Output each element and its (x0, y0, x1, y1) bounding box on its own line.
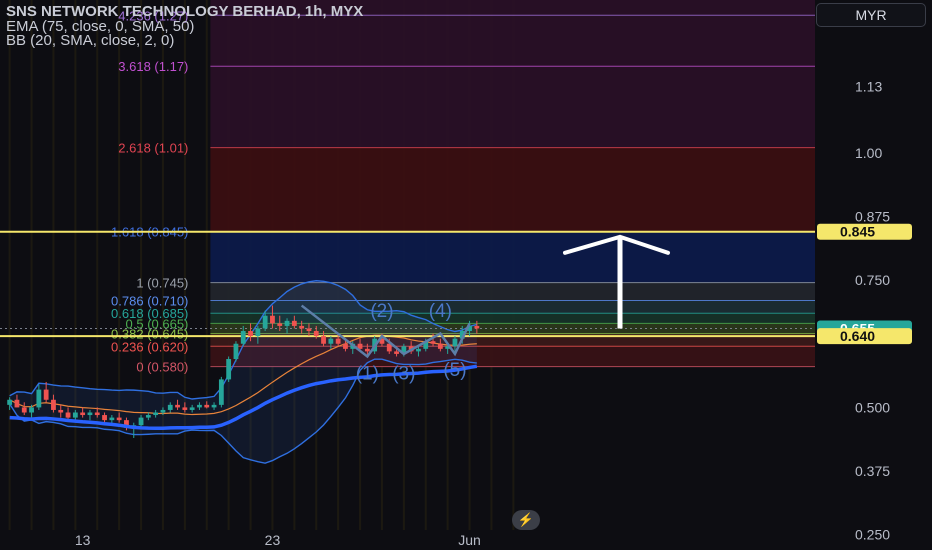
wave-label: (3) (392, 363, 415, 384)
candle-body (430, 341, 436, 344)
price-tick-label: 1.00 (855, 145, 882, 161)
candle-body (255, 328, 261, 337)
session-stripe (8, 0, 11, 550)
candle-body (240, 331, 246, 344)
time-tick-label: Jun (458, 532, 481, 548)
candle-body (211, 404, 217, 408)
price-tick-label: 0.250 (855, 527, 890, 543)
candle-body (80, 412, 86, 416)
candle-body (248, 331, 253, 337)
price-tick-label: 0.875 (855, 208, 890, 224)
fib-zone (210, 231, 815, 283)
candle-body (335, 338, 341, 344)
fib-zone (210, 147, 815, 232)
candle-body (277, 323, 283, 326)
price-tick-label: 0.500 (855, 399, 890, 415)
wave-label: (5) (443, 360, 466, 381)
candle-body (306, 328, 312, 332)
time-axis-background (0, 530, 815, 550)
candle-body (160, 409, 166, 413)
fib-level-label: 3.618 (1.17) (118, 59, 188, 74)
candle-body (65, 412, 71, 418)
candle-body (284, 320, 290, 326)
candle-body (87, 412, 93, 416)
fib-level-label: 1 (0.745) (136, 276, 188, 291)
candle-body (416, 348, 421, 352)
fib-level-label: 0.786 (0.710) (111, 293, 188, 308)
bb-legend: BB (20, SMA, close, 2, 0) (6, 32, 175, 49)
candle-body (233, 343, 239, 360)
session-stripe (118, 0, 121, 550)
price-tick-label: 1.13 (855, 79, 882, 95)
candle-body (364, 348, 370, 352)
price-tag-label: 0.640 (840, 328, 875, 344)
candle-body (138, 417, 144, 426)
candle-body (394, 351, 399, 354)
candle-body (145, 415, 151, 418)
session-stripe (74, 0, 77, 550)
candle-body (36, 389, 42, 408)
candle-body (262, 315, 268, 329)
candle-body (153, 412, 159, 416)
fib-zone (210, 15, 815, 67)
candle-body (204, 404, 210, 408)
candle-body (29, 407, 34, 413)
candle-body (313, 331, 319, 337)
candle-body (437, 343, 443, 349)
candle-body (43, 389, 49, 400)
candle-body (291, 320, 297, 326)
time-axis: 13 23 Jun (0, 530, 815, 550)
price-tick-label: 0.375 (855, 463, 890, 479)
fib-level-label: 0 (0.580) (136, 360, 188, 375)
candle-body (116, 417, 122, 421)
session-stripe (205, 0, 208, 550)
candle-body (175, 404, 180, 408)
candle-body (182, 407, 188, 410)
candle-body (197, 404, 202, 408)
currency-button[interactable]: MYR (816, 3, 926, 27)
candle-body (51, 399, 56, 410)
candle-body (343, 343, 348, 349)
price-tag-label: 0.845 (840, 224, 875, 240)
session-stripe (52, 0, 55, 550)
price-axis: 1.13 1.00 0.875 0.750 0.500 0.375 0.250 0.845 0.… (815, 0, 932, 550)
fib-zone (210, 66, 815, 148)
candle-body (14, 399, 20, 408)
candle-body (7, 399, 13, 405)
candle-body (72, 412, 78, 418)
wave-label: (4) (429, 301, 452, 322)
candle-body (321, 336, 326, 344)
candle-body (102, 415, 107, 421)
candle-body (109, 417, 115, 421)
candle-body (167, 404, 173, 410)
price-chart[interactable]: 0 (0.580)0.236 (0.620)0.382 (0.645)0.5 (… (0, 0, 932, 550)
fib-level-label: 2.618 (1.01) (118, 141, 188, 156)
candle-body (21, 407, 27, 413)
candle-body (58, 409, 64, 413)
time-tick-label: 23 (265, 532, 281, 548)
session-stripe (96, 0, 99, 550)
candle-body (94, 412, 100, 416)
time-tick-label: 13 (75, 532, 91, 548)
fibonacci-retracement: 0 (0.580)0.236 (0.620)0.382 (0.645)0.5 (… (111, 0, 815, 375)
candle-body (328, 338, 334, 344)
candle-body (474, 325, 480, 329)
chart-screen: 0 (0.580) 0.236 (0.620) 0.382 (0.645) 0.5 (… (0, 0, 932, 550)
session-stripe (30, 0, 33, 550)
lightning-logo-icon: ⚡ (512, 510, 540, 530)
candle-body (189, 407, 195, 410)
candle-body (270, 315, 275, 324)
wave-label: (2) (370, 301, 393, 322)
candle-body (452, 338, 458, 347)
candle-body (226, 359, 232, 380)
price-tick-label: 0.750 (855, 272, 890, 288)
candle-body (299, 325, 305, 329)
wave-label: (1) (356, 363, 379, 384)
candle-body (218, 379, 224, 405)
